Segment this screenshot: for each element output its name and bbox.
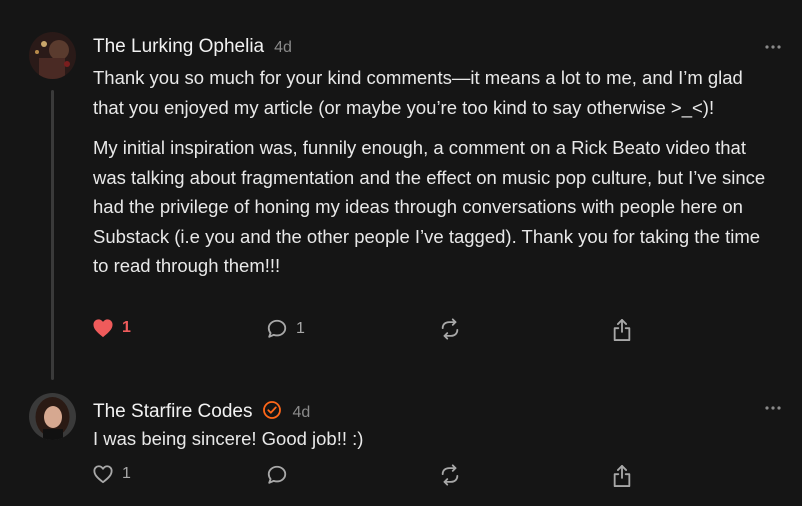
comment-paragraph: I was being sincere! Good job!! :) <box>93 428 364 449</box>
author-name[interactable]: The Starfire Codes <box>93 401 252 423</box>
share-icon <box>611 464 633 488</box>
like-button[interactable]: 1 <box>92 464 131 484</box>
reply-button[interactable] <box>266 464 288 486</box>
more-options-icon[interactable] <box>764 394 782 417</box>
timestamp[interactable]: 4d <box>274 39 292 57</box>
comment-paragraph: Thank you so much for your kind comments… <box>93 67 743 118</box>
share-icon <box>611 318 633 342</box>
comment-actions: 1 1 <box>0 318 802 348</box>
restack-icon <box>439 318 461 340</box>
comment-header: The Lurking Ophelia 4d <box>93 36 292 58</box>
more-options-icon[interactable] <box>764 33 782 56</box>
comment-body: Thank you so much for your kind comments… <box>93 63 773 281</box>
avatar[interactable] <box>29 393 76 440</box>
avatar[interactable] <box>29 32 76 79</box>
timestamp[interactable]: 4d <box>292 404 310 422</box>
restack-icon <box>439 464 461 486</box>
restack-button[interactable] <box>439 318 461 340</box>
share-button[interactable] <box>611 464 633 488</box>
comment-body: I was being sincere! Good job!! :) <box>93 424 773 454</box>
like-count: 1 <box>122 465 131 482</box>
restack-button[interactable] <box>439 464 461 486</box>
comment-actions: 1 <box>0 464 802 494</box>
like-count: 1 <box>122 319 131 336</box>
comment-paragraph: My initial inspiration was, funnily enou… <box>93 137 766 276</box>
heart-icon <box>92 464 114 484</box>
verified-badge-icon <box>262 400 282 420</box>
author-name[interactable]: The Lurking Ophelia <box>93 36 264 58</box>
share-button[interactable] <box>611 318 633 342</box>
comment-bubble-icon <box>266 318 288 340</box>
like-button[interactable]: 1 <box>92 318 131 338</box>
comment-bubble-icon <box>266 464 288 486</box>
reply-count: 1 <box>296 320 305 337</box>
comment-header: The Starfire Codes 4d <box>93 397 310 423</box>
heart-icon <box>92 318 114 338</box>
reply-button[interactable]: 1 <box>266 318 305 340</box>
